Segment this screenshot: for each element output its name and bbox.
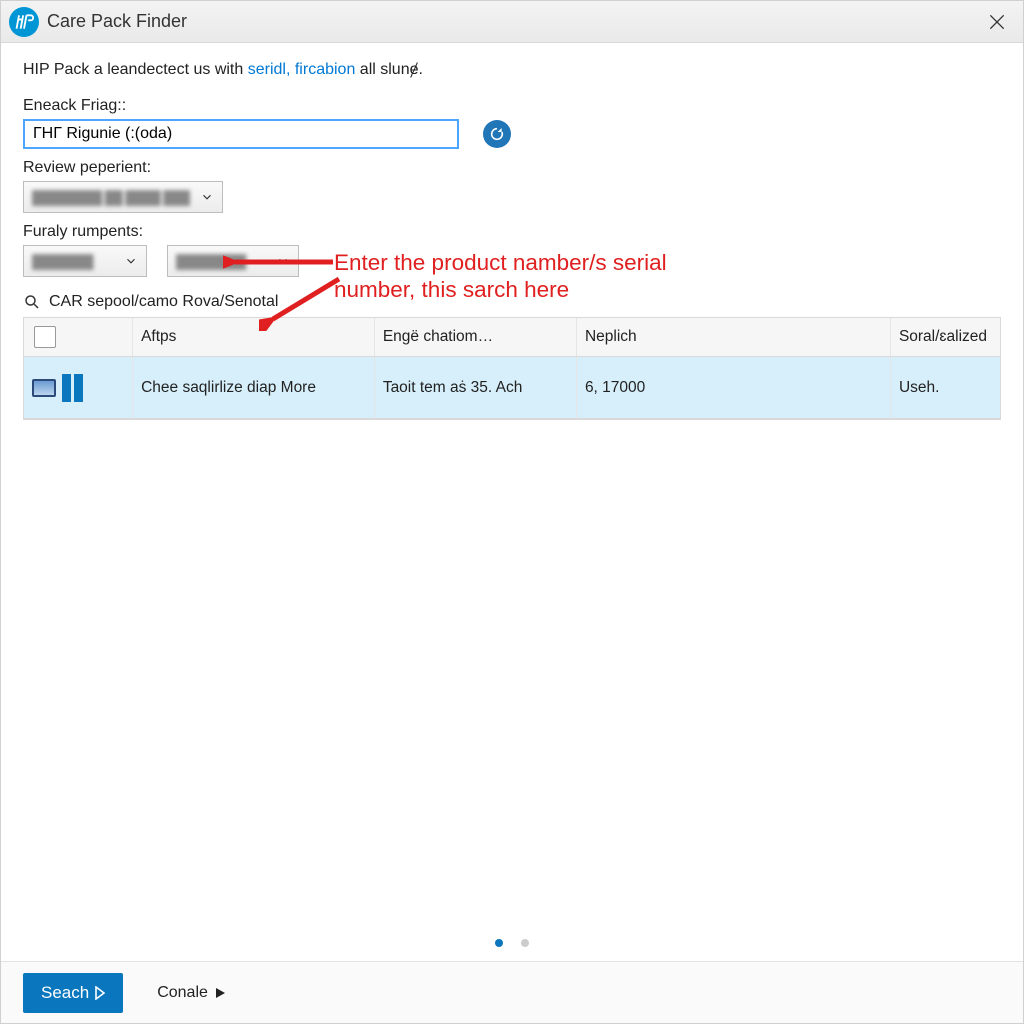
row-icons-cell — [24, 357, 133, 418]
monitor-icon — [32, 379, 56, 397]
bars-icon — [62, 374, 83, 402]
row-cell-b: Taoit tem aṡ 35. Ach — [375, 357, 577, 418]
table-header-checkbox — [24, 318, 133, 356]
table-header-row: Aftps Engë chatiom… Neplich Soral/ɛalize… — [24, 318, 1000, 357]
search-button-label: Seach — [41, 983, 89, 1003]
furaly-label: Furaly rumpents: — [23, 223, 1001, 241]
results-section-title: CAR sepool/camo Rova/Senotal — [49, 293, 278, 311]
intro-post: all slunɇ. — [355, 61, 423, 78]
main-content: HIP Pack a leandectect us with seridl, f… — [1, 43, 1023, 961]
continue-button[interactable]: Conale — [151, 983, 232, 1003]
page-dot-2[interactable] — [521, 939, 529, 947]
table-header-c[interactable]: Neplich — [577, 318, 891, 356]
page-dot-1[interactable] — [495, 939, 503, 947]
triangle-right-icon — [214, 987, 226, 999]
footer-bar: Seach Conale — [1, 961, 1023, 1023]
search-section-icon — [23, 293, 41, 311]
furaly-dropdown-1-value: ███████ — [32, 254, 93, 269]
chevron-down-icon — [200, 190, 214, 204]
review-dropdown[interactable]: ████████ ██ ████ ███ — [23, 181, 223, 213]
results-table: Aftps Engë chatiom… Neplich Soral/ɛalize… — [23, 317, 1001, 420]
chevron-down-icon — [124, 254, 138, 268]
intro-text: HIP Pack a leandectect us with seridl, f… — [23, 61, 1001, 79]
hp-logo-icon — [9, 7, 39, 37]
page-indicator — [1, 939, 1023, 947]
play-icon — [95, 986, 105, 1000]
furaly-dropdown-2[interactable]: ████████ — [167, 245, 299, 277]
row-cell-d: Useh. — [891, 357, 1000, 418]
table-header-b[interactable]: Engë chatiom… — [375, 318, 577, 356]
table-row[interactable]: Chee saqlirlize diap More Taoit tem aṡ 3… — [24, 357, 1000, 419]
title-bar: Care Pack Finder — [1, 1, 1023, 43]
review-dropdown-value: ████████ ██ ████ ███ — [32, 190, 189, 205]
intro-pre: HIP Pack a leandectect us with — [23, 61, 248, 78]
refresh-button[interactable] — [483, 120, 511, 148]
intro-link-2[interactable]: fircabion — [295, 61, 355, 78]
row-cell-c: 6, 17000 — [577, 357, 891, 418]
select-all-checkbox[interactable] — [34, 326, 56, 348]
window-title: Care Pack Finder — [47, 11, 979, 32]
search-input[interactable] — [23, 119, 459, 149]
table-header-a[interactable]: Aftps — [133, 318, 375, 356]
table-header-d[interactable]: Soral/ɛalized — [891, 318, 1000, 356]
search-field-label: Eneack Friag:: — [23, 97, 1001, 115]
search-button[interactable]: Seach — [23, 973, 123, 1013]
review-label: Review peperient: — [23, 159, 1001, 177]
furaly-dropdown-2-value: ████████ — [176, 254, 246, 269]
close-icon — [987, 12, 1007, 32]
app-window: Care Pack Finder HIP Pack a leandectect … — [0, 0, 1024, 1024]
intro-link-1[interactable]: seridl, — [248, 61, 291, 78]
refresh-icon — [489, 126, 505, 142]
row-cell-a: Chee saqlirlize diap More — [133, 357, 375, 418]
continue-button-label: Conale — [157, 984, 208, 1002]
furaly-dropdown-1[interactable]: ███████ — [23, 245, 147, 277]
close-button[interactable] — [979, 4, 1015, 40]
results-section-header: CAR sepool/camo Rova/Senotal — [23, 293, 1001, 311]
furaly-row: ███████ ████████ — [23, 245, 1001, 277]
chevron-down-icon — [276, 254, 290, 268]
search-row — [23, 119, 1001, 149]
